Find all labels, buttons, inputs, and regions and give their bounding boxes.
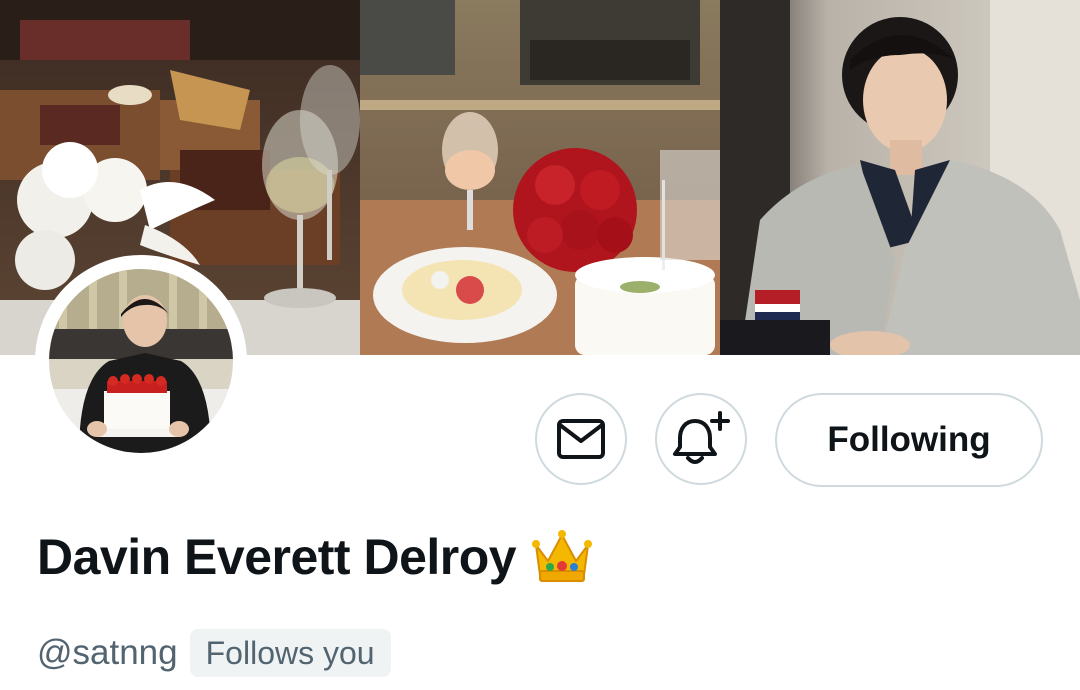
following-button[interactable]: Following <box>775 393 1043 487</box>
banner-panel-portrait <box>720 0 1080 355</box>
message-button[interactable] <box>535 393 627 485</box>
bell-plus-icon <box>673 411 730 464</box>
profile-page: Following Davin Everett Delroy @satnng F… <box>0 0 1080 690</box>
banner-panel-cake <box>360 0 720 355</box>
envelope-icon <box>557 419 605 459</box>
display-name: Davin Everett Delroy <box>37 529 517 585</box>
crown-emoji-icon <box>532 530 593 582</box>
user-handle: @satnng <box>37 633 178 672</box>
display-name-row: Davin Everett Delroy <box>37 522 594 592</box>
handle-row: @satnng Follows you <box>37 628 391 678</box>
follows-you-badge: Follows you <box>189 629 391 677</box>
profile-avatar[interactable] <box>35 255 247 467</box>
notifications-button[interactable] <box>655 393 747 485</box>
